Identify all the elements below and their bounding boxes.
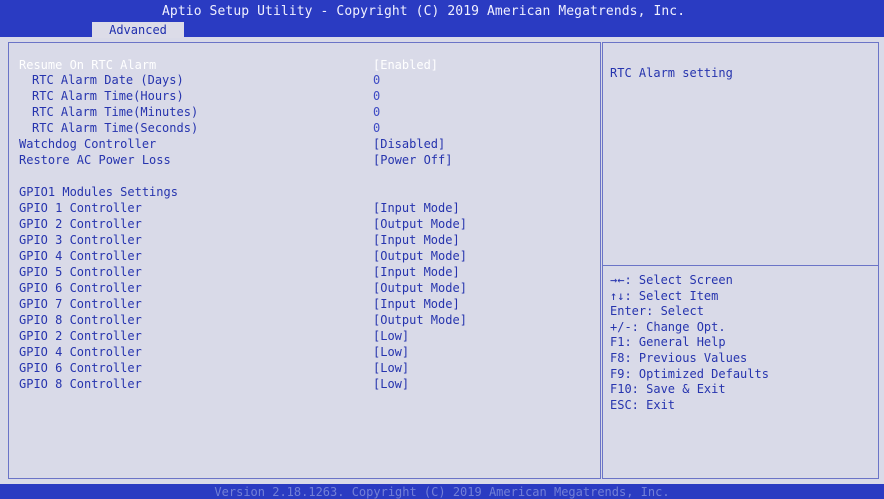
setting-value[interactable]: 0: [373, 89, 380, 103]
key-hint-select-item: ↑↓: Select Item: [610, 289, 719, 303]
header-bar: Aptio Setup Utility - Copyright (C) 2019…: [0, 0, 884, 38]
setting-row-rtc-alarm-hours[interactable]: RTC Alarm Time(Hours) 0: [0, 89, 600, 104]
setting-label: Watchdog Controller: [19, 137, 157, 151]
section-gpio1-modules-settings: GPIO1 Modules Settings: [0, 185, 600, 200]
setting-row-gpio-8-controller[interactable]: GPIO 8 Controller [Output Mode]: [0, 313, 600, 328]
setting-label: GPIO 7 Controller: [19, 297, 142, 311]
footer-bar: Version 2.18.1263. Copyright (C) 2019 Am…: [0, 484, 884, 499]
setting-value[interactable]: [Low]: [373, 377, 409, 391]
setting-value[interactable]: 0: [373, 121, 380, 135]
key-hint-select-screen: →←: Select Screen: [610, 273, 733, 287]
setting-label: GPIO 2 Controller: [19, 329, 142, 343]
setting-row-watchdog-controller[interactable]: Watchdog Controller [Disabled]: [0, 137, 600, 152]
key-hint-enter: Enter: Select: [610, 304, 704, 318]
setting-label: GPIO 8 Controller: [19, 313, 142, 327]
key-hint-save-exit: F10: Save & Exit: [610, 382, 726, 396]
tab-advanced[interactable]: Advanced: [92, 22, 184, 38]
setting-label: RTC Alarm Time(Minutes): [32, 105, 199, 119]
setting-label: GPIO 6 Controller: [19, 361, 142, 375]
help-panel: [602, 42, 879, 479]
setting-label: Resume On RTC Alarm: [19, 58, 157, 72]
bios-title: Aptio Setup Utility - Copyright (C) 2019…: [162, 4, 686, 19]
setting-label: RTC Alarm Time(Seconds): [32, 121, 199, 135]
setting-label: GPIO 2 Controller: [19, 217, 142, 231]
setting-value[interactable]: 0: [373, 105, 380, 119]
bios-screen: Aptio Setup Utility - Copyright (C) 2019…: [0, 0, 884, 499]
setting-label: GPIO 4 Controller: [19, 345, 142, 359]
key-hint-previous-values: F8: Previous Values: [610, 351, 748, 365]
key-hint-exit: ESC: Exit: [610, 398, 676, 412]
setting-value[interactable]: [Output Mode]: [373, 249, 467, 263]
setting-value[interactable]: [Input Mode]: [373, 265, 460, 279]
setting-row-gpio-7-controller[interactable]: GPIO 7 Controller [Input Mode]: [0, 297, 600, 312]
setting-row-resume-on-rtc-alarm[interactable]: Resume On RTC Alarm [Enabled]: [0, 58, 600, 73]
setting-row-restore-ac-power-loss[interactable]: Restore AC Power Loss [Power Off]: [0, 153, 600, 168]
setting-value[interactable]: [Low]: [373, 345, 409, 359]
help-description: RTC Alarm setting: [610, 66, 733, 80]
setting-value[interactable]: [Input Mode]: [373, 233, 460, 247]
setting-value[interactable]: [Output Mode]: [373, 313, 467, 327]
setting-value[interactable]: [Low]: [373, 361, 409, 375]
setting-value[interactable]: [Output Mode]: [373, 281, 467, 295]
setting-value[interactable]: [Input Mode]: [373, 201, 460, 215]
setting-label: GPIO 3 Controller: [19, 233, 142, 247]
setting-label: GPIO 1 Controller: [19, 201, 142, 215]
setting-value[interactable]: [Low]: [373, 329, 409, 343]
help-divider: [602, 265, 879, 266]
setting-label: GPIO 5 Controller: [19, 265, 142, 279]
setting-row-gpio-1-controller[interactable]: GPIO 1 Controller [Input Mode]: [0, 201, 600, 216]
setting-row-gpio-5-controller[interactable]: GPIO 5 Controller [Input Mode]: [0, 265, 600, 280]
key-hint-change-opt: +/-: Change Opt.: [610, 320, 726, 334]
setting-value[interactable]: [Output Mode]: [373, 217, 467, 231]
setting-row-gpio-4-level[interactable]: GPIO 4 Controller [Low]: [0, 345, 600, 360]
section-heading: GPIO1 Modules Settings: [19, 185, 178, 199]
setting-row-gpio-3-controller[interactable]: GPIO 3 Controller [Input Mode]: [0, 233, 600, 248]
key-hint-optimized-defaults: F9: Optimized Defaults: [610, 367, 769, 381]
key-hint-general-help: F1: General Help: [610, 335, 726, 349]
setting-value[interactable]: [Power Off]: [373, 153, 452, 167]
setting-label: GPIO 6 Controller: [19, 281, 142, 295]
setting-row-gpio-8-level[interactable]: GPIO 8 Controller [Low]: [0, 377, 600, 392]
setting-value[interactable]: [Disabled]: [373, 137, 445, 151]
setting-label: GPIO 4 Controller: [19, 249, 142, 263]
setting-label: RTC Alarm Time(Hours): [32, 89, 184, 103]
setting-row-gpio-4-controller[interactable]: GPIO 4 Controller [Output Mode]: [0, 249, 600, 264]
setting-row-gpio-2-level[interactable]: GPIO 2 Controller [Low]: [0, 329, 600, 344]
version-footer: Version 2.18.1263. Copyright (C) 2019 Am…: [214, 485, 670, 499]
setting-row-gpio-6-controller[interactable]: GPIO 6 Controller [Output Mode]: [0, 281, 600, 296]
setting-row-gpio-6-level[interactable]: GPIO 6 Controller [Low]: [0, 361, 600, 376]
setting-value[interactable]: [Enabled]: [373, 58, 438, 72]
setting-value[interactable]: 0: [373, 73, 380, 87]
setting-label: Restore AC Power Loss: [19, 153, 171, 167]
setting-row-rtc-alarm-minutes[interactable]: RTC Alarm Time(Minutes) 0: [0, 105, 600, 120]
setting-row-gpio-2-controller[interactable]: GPIO 2 Controller [Output Mode]: [0, 217, 600, 232]
setting-row-rtc-alarm-seconds[interactable]: RTC Alarm Time(Seconds) 0: [0, 121, 600, 136]
setting-label: GPIO 8 Controller: [19, 377, 142, 391]
setting-label: RTC Alarm Date (Days): [32, 73, 184, 87]
setting-row-rtc-alarm-date[interactable]: RTC Alarm Date (Days) 0: [0, 73, 600, 88]
setting-value[interactable]: [Input Mode]: [373, 297, 460, 311]
